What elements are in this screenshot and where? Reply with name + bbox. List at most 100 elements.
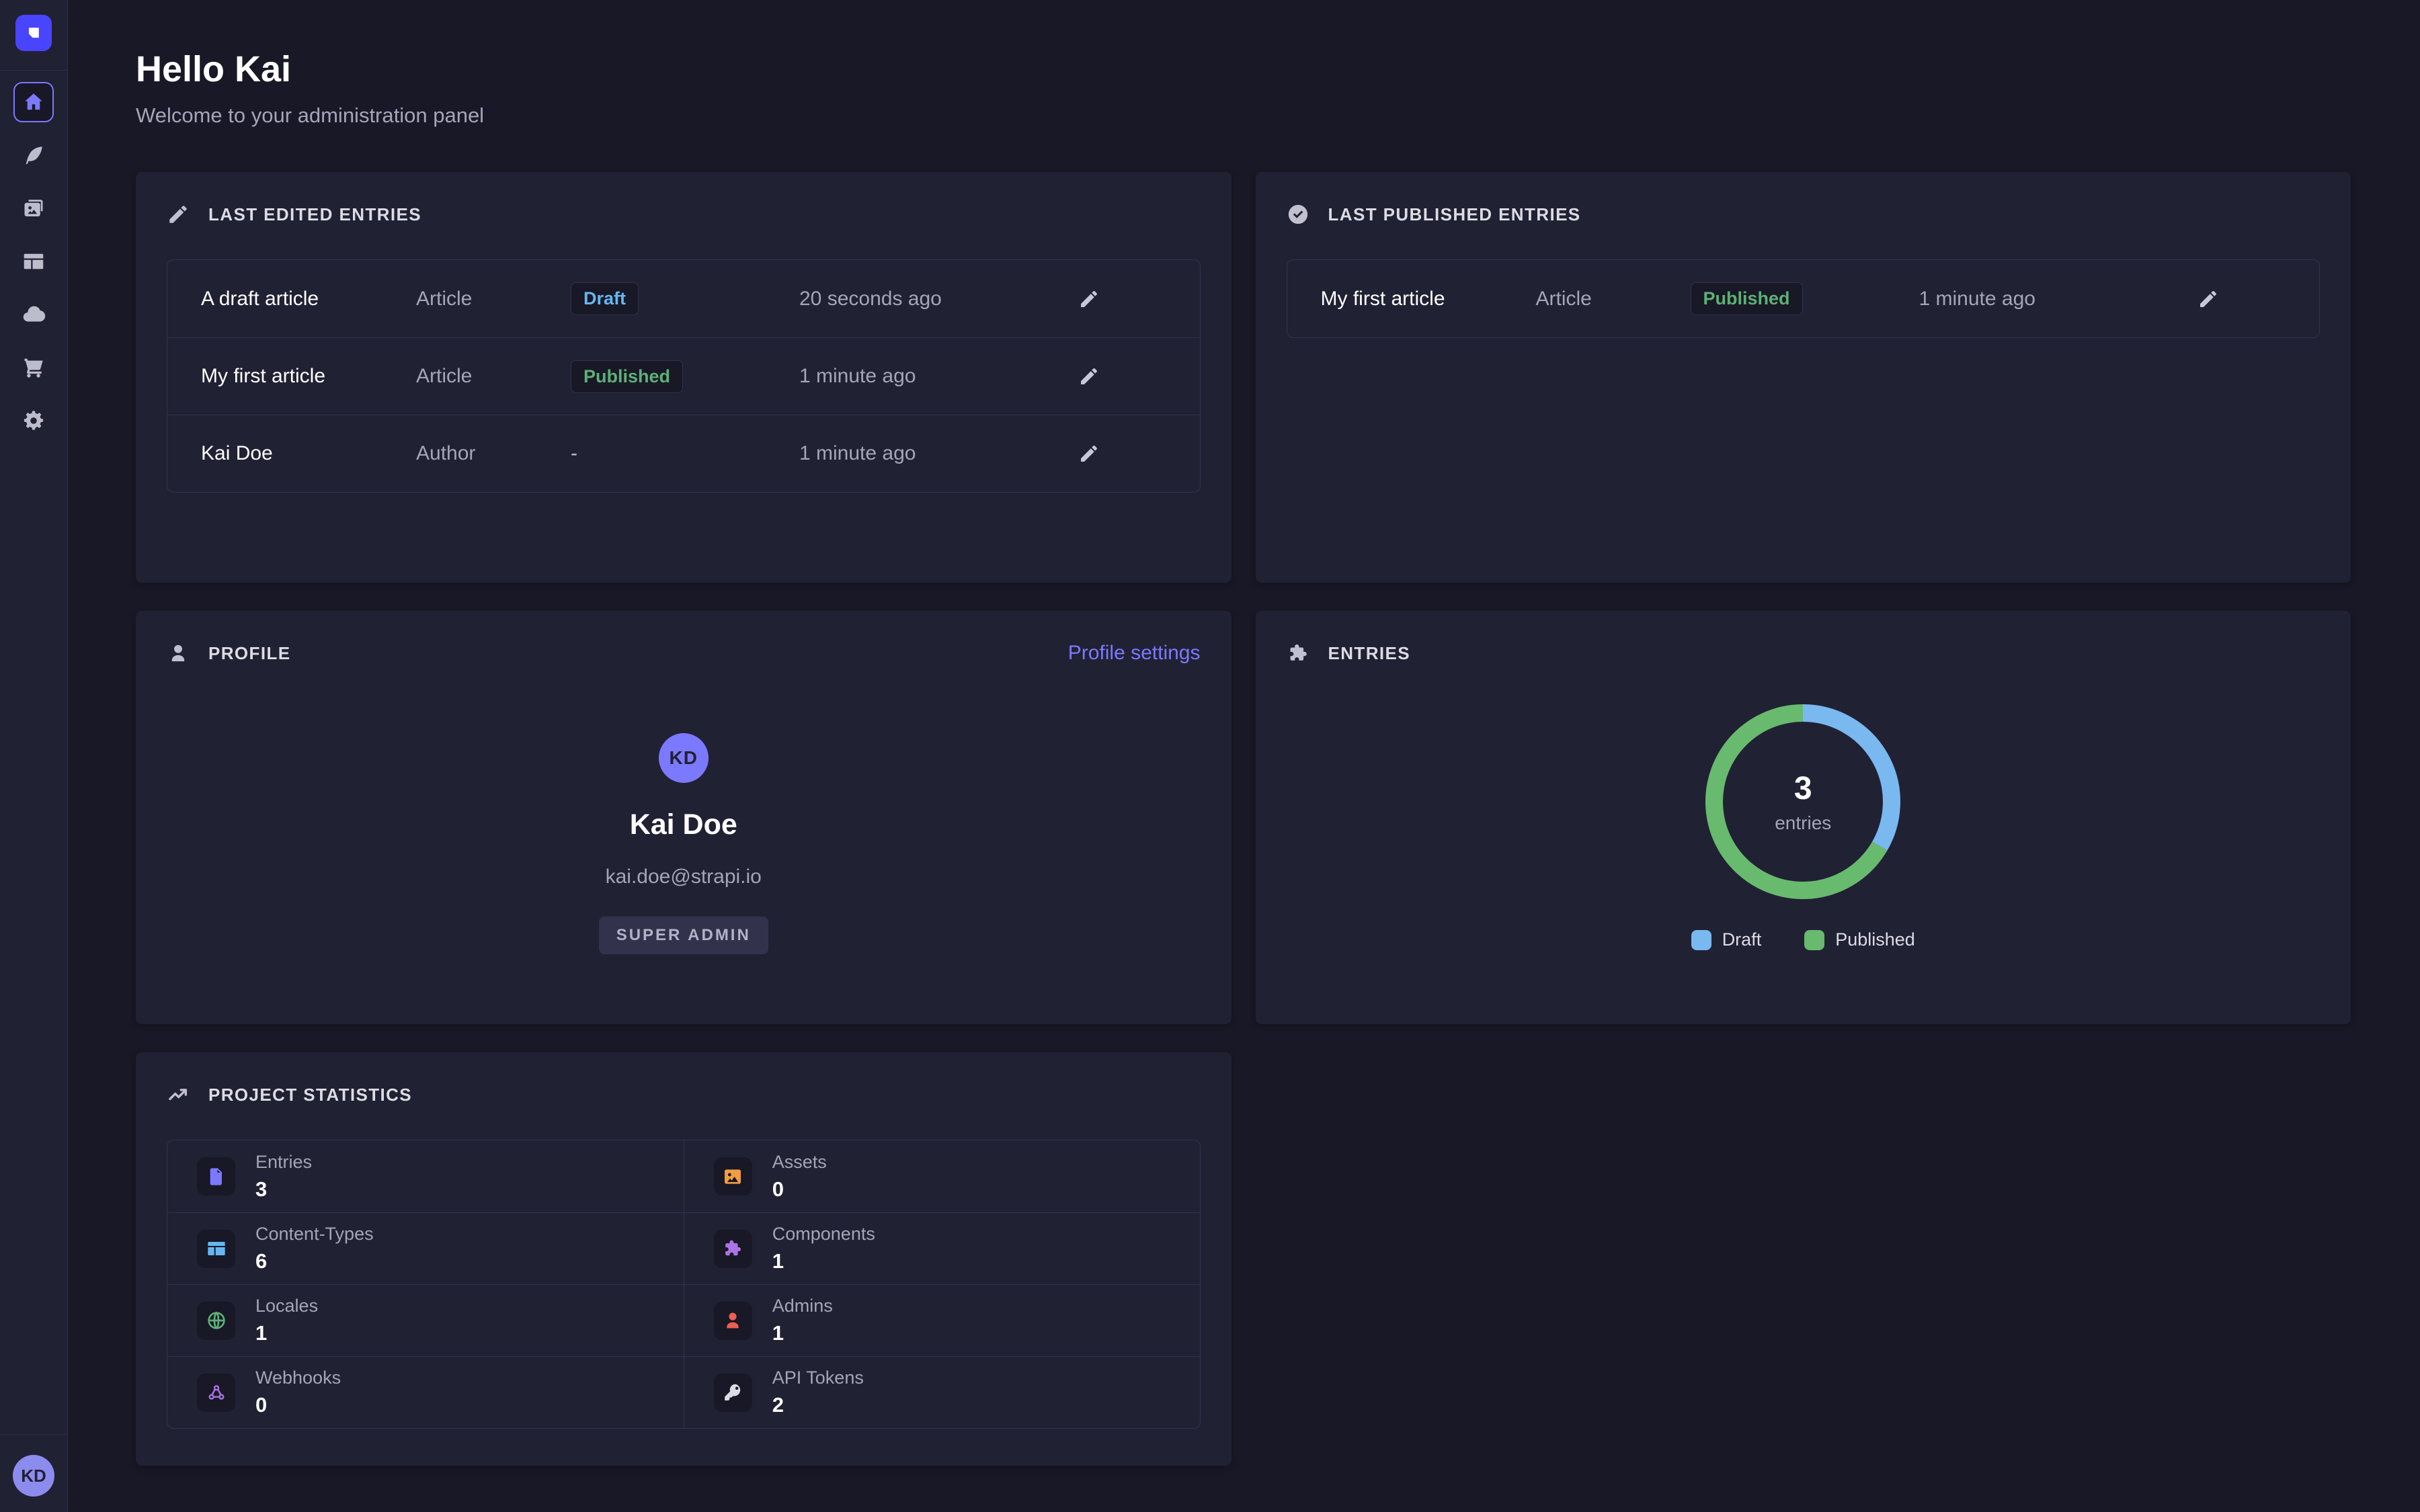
image-icon: [722, 1166, 743, 1187]
trending-up-icon: [167, 1083, 190, 1106]
entry-name: My first article: [1321, 288, 1536, 310]
page-header: Hello Kai Welcome to your administration…: [136, 48, 2351, 128]
profile-email: kai.doe@strapi.io: [606, 866, 762, 888]
panel-entries: ENTRIES 3 entries Draft: [1256, 611, 2351, 1024]
edit-pencil-icon: [1078, 288, 1100, 310]
pencil-icon: [167, 203, 190, 226]
stat-locales: Locales 1: [167, 1284, 684, 1356]
stat-entries: Entries3: [167, 1140, 684, 1212]
sidebar-footer: KD: [0, 1434, 67, 1512]
stat-icon-box: [197, 1157, 235, 1195]
stat-value: 6: [255, 1249, 374, 1273]
stat-value: 2: [772, 1393, 864, 1417]
panel-title: PROJECT STATISTICS: [208, 1085, 412, 1105]
entry-time: 1 minute ago: [799, 365, 1012, 388]
panel-title: ENTRIES: [1328, 643, 1410, 664]
panel-profile-header: PROFILE Profile settings: [167, 642, 1201, 665]
sidebar-divider-bottom: [0, 1434, 68, 1435]
stat-assets: Assets0: [684, 1140, 1200, 1212]
sidebar-item-home[interactable]: [13, 82, 54, 122]
stats-grid: Entries3 Assets0 Content-Types6 Componen…: [167, 1140, 1201, 1429]
entry-status: Published: [1691, 282, 1919, 315]
check-circle-icon: [1287, 203, 1309, 226]
table-row[interactable]: Kai Doe Author - 1 minute ago: [167, 415, 1200, 492]
legend-label: Draft: [1722, 929, 1762, 950]
edit-button[interactable]: [1012, 288, 1166, 310]
legend-label: Published: [1835, 929, 1915, 950]
stat-label: API Tokens: [772, 1368, 864, 1388]
page-subtitle: Welcome to your administration panel: [136, 103, 2351, 128]
user-avatar[interactable]: KD: [13, 1455, 54, 1497]
entry-name: A draft article: [201, 288, 416, 310]
panel-profile: PROFILE Profile settings KD Kai Doe kai.…: [136, 611, 1232, 1024]
feather-icon: [22, 143, 46, 167]
webhook-icon: [206, 1382, 227, 1403]
edit-button[interactable]: [1012, 366, 1166, 387]
profile-body: KD Kai Doe kai.doe@strapi.io SUPER ADMIN: [167, 665, 1201, 954]
sidebar-divider-top: [0, 70, 68, 71]
table-row[interactable]: My first article Article Published 1 min…: [167, 337, 1200, 415]
status-dash: -: [571, 442, 577, 464]
status-badge: Published: [571, 360, 683, 393]
home-icon: [22, 90, 46, 114]
profile-settings-link[interactable]: Profile settings: [1068, 642, 1201, 665]
entry-kind: Article: [416, 365, 571, 388]
panel-entries-header: ENTRIES: [1287, 642, 2321, 665]
edit-button[interactable]: [1012, 443, 1166, 464]
stat-label: Components: [772, 1224, 875, 1245]
sidebar-item-content-manager[interactable]: [13, 135, 54, 175]
cloud-icon: [22, 302, 46, 327]
layout-icon: [22, 249, 46, 274]
chart-legend: Draft Published: [1691, 929, 1915, 950]
edit-pencil-icon: [2197, 288, 2219, 310]
edit-pencil-icon: [1078, 443, 1100, 464]
status-badge: Published: [1691, 282, 1803, 315]
sidebar-item-settings[interactable]: [13, 401, 54, 441]
dashboard-grid: LAST EDITED ENTRIES A draft article Arti…: [136, 172, 2351, 1466]
entry-time: 1 minute ago: [1919, 288, 2132, 310]
stat-icon-box: [714, 1302, 752, 1340]
entry-kind: Article: [416, 288, 571, 310]
entry-status: Draft: [571, 282, 799, 315]
legend-item-draft: Draft: [1691, 929, 1762, 950]
gear-icon: [22, 409, 46, 433]
role-badge: SUPER ADMIN: [599, 917, 768, 954]
entry-status: -: [571, 442, 799, 465]
sidebar-item-content-type-builder[interactable]: [13, 241, 54, 282]
stat-components: Components1: [684, 1212, 1200, 1284]
stat-icon-box: [197, 1230, 235, 1268]
user-icon: [722, 1310, 743, 1331]
table-row[interactable]: My first article Article Published 1 min…: [1287, 260, 2320, 337]
panel-title: LAST PUBLISHED ENTRIES: [1328, 204, 1581, 225]
stat-value: 1: [772, 1321, 833, 1345]
panel-last-edited-entries: LAST EDITED ENTRIES A draft article Arti…: [136, 172, 1232, 583]
panel-last-edited-header: LAST EDITED ENTRIES: [167, 203, 1201, 226]
entry-name: My first article: [201, 365, 416, 388]
sidebar-item-marketplace[interactable]: [13, 347, 54, 388]
cart-icon: [22, 355, 46, 380]
donut-label: entries: [1775, 812, 1831, 834]
stat-value: 0: [772, 1177, 827, 1202]
globe-icon: [206, 1310, 227, 1331]
entry-status: Published: [571, 360, 799, 393]
puzzle-icon: [722, 1238, 743, 1259]
stat-admins: Admins 1: [684, 1284, 1200, 1356]
status-badge: Draft: [571, 282, 639, 315]
stat-value: 1: [255, 1321, 318, 1345]
table-row[interactable]: A draft article Article Draft 20 seconds…: [167, 260, 1200, 337]
strapi-logo: [15, 15, 52, 51]
pictures-icon: [22, 196, 46, 220]
sidebar-item-deploy[interactable]: [13, 294, 54, 335]
stat-label: Admins: [772, 1296, 833, 1316]
main-content: Hello Kai Welcome to your administration…: [68, 0, 2420, 1466]
profile-avatar: KD: [659, 733, 709, 783]
edit-button[interactable]: [2131, 288, 2286, 310]
document-icon: [206, 1166, 227, 1187]
sidebar-item-media-library[interactable]: [13, 188, 54, 228]
panel-title: PROFILE: [208, 643, 290, 664]
legend-swatch-draft: [1691, 930, 1711, 950]
stat-label: Locales: [255, 1296, 318, 1316]
stat-icon-box: [714, 1157, 752, 1195]
panel-last-published-entries: LAST PUBLISHED ENTRIES My first article …: [1256, 172, 2351, 583]
stat-value: 0: [255, 1393, 341, 1417]
